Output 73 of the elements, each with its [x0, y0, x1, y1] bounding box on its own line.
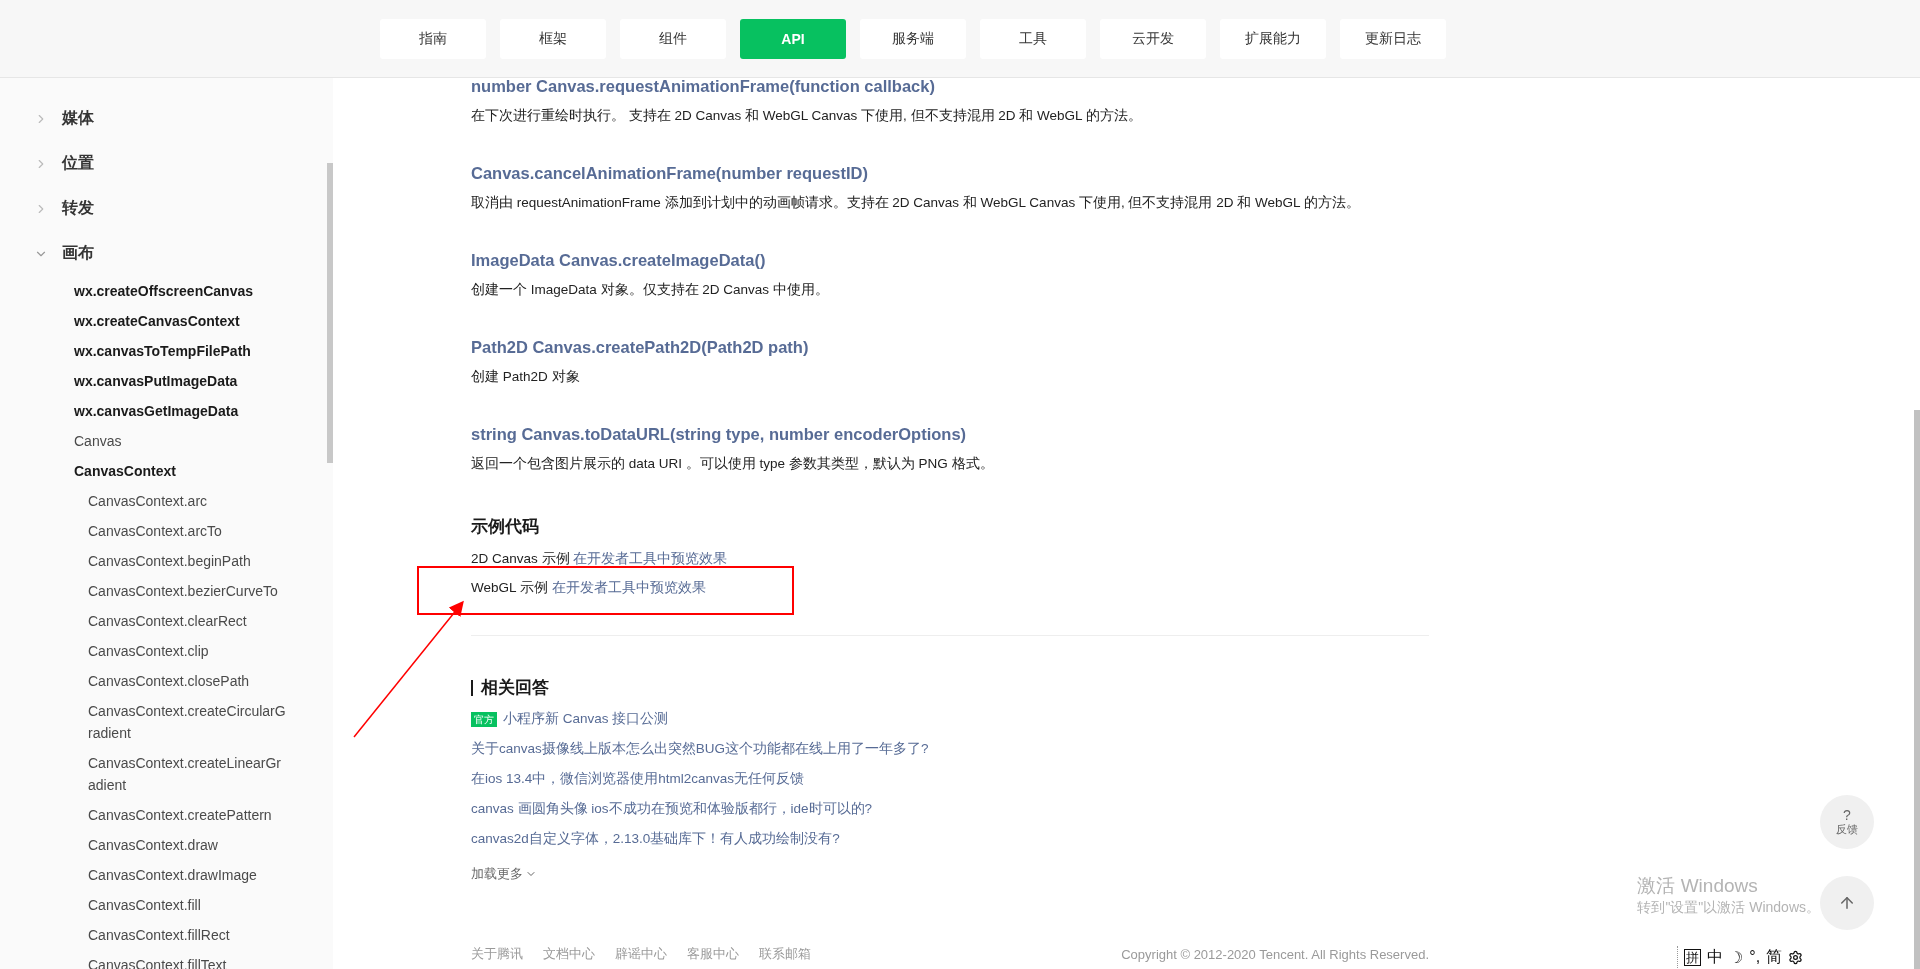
ime-key[interactable]: 拼 — [1684, 948, 1701, 966]
ime-key[interactable]: 简 — [1766, 946, 1783, 968]
answer-link[interactable]: canvas2d自定义字体，2.13.0基础库下！有人成功绘制没有? — [471, 830, 840, 848]
answer-link[interactable]: canvas 画圆角头像 ios不成功在预览和体验版都行，ide时可以的? — [471, 800, 873, 818]
sidebar-group[interactable]: 媒体 — [0, 96, 327, 141]
sidebar-item[interactable]: CanvasContext.drawImage — [0, 860, 327, 890]
sidebar-item[interactable]: CanvasContext.createLinearGradient — [0, 748, 327, 800]
preview-link[interactable]: 在开发者工具中预览效果 — [573, 551, 728, 566]
sidebar-item[interactable]: wx.canvasToTempFilePath — [0, 336, 327, 366]
nav-tab[interactable]: 框架 — [500, 18, 606, 59]
sidebar-item[interactable]: CanvasContext.createCircularGradient — [0, 696, 327, 748]
method-signature: Path2D Canvas.createPath2D(Path2D path) — [471, 337, 810, 358]
ime-key[interactable]: 中 — [1707, 946, 1723, 968]
sidebar-item[interactable]: CanvasContext — [0, 456, 327, 486]
feedback-button[interactable]: ? 反馈 — [1820, 795, 1874, 849]
nav-tab[interactable]: 组件 — [620, 18, 726, 59]
sidebar-item[interactable]: Canvas — [0, 426, 327, 456]
group-label: 媒体 — [62, 108, 94, 128]
method-signature: ImageData Canvas.createImageData() — [471, 250, 767, 271]
sidebar-item[interactable]: wx.canvasPutImageData — [0, 366, 327, 396]
nav-tab[interactable]: 工具 — [980, 18, 1086, 59]
sidebar-item[interactable]: CanvasContext.fill — [0, 890, 327, 920]
example-label: 2D Canvas 示例 — [471, 551, 570, 566]
scrollbar-thumb[interactable] — [327, 163, 333, 463]
sidebar-item[interactable]: CanvasContext.draw — [0, 830, 327, 860]
copyright: Copyright © 2012-2020 Tencent. All Rights Reserved. — [1121, 946, 1429, 962]
method-signature: Canvas.cancelAnimationFrame(number requestID) — [471, 163, 870, 184]
method-description: 创建 Path2D 对象 — [471, 368, 581, 386]
sidebar-item[interactable]: CanvasContext.arc — [0, 486, 327, 516]
nav-tab[interactable]: 扩展能力 — [1220, 18, 1326, 59]
scrollbar-thumb[interactable] — [1914, 410, 1920, 969]
method-signature: string Canvas.toDataURL(string type, number encoderOptions) — [471, 424, 968, 445]
official-badge: 官方 — [471, 711, 497, 727]
sidebar-item[interactable]: CanvasContext.createPattern — [0, 800, 327, 830]
method-signature: number Canvas.requestAnimationFrame(function callback) — [471, 76, 936, 97]
sidebar-item[interactable]: wx.createCanvasContext — [0, 306, 327, 336]
sidebar-item[interactable]: wx.createOffscreenCanvas — [0, 276, 327, 306]
sidebar-group[interactable]: 转发 — [0, 186, 327, 231]
preview-link[interactable]: 在开发者工具中预览效果 — [551, 580, 706, 595]
answer-link[interactable]: 小程序新 Canvas 接口公测 — [503, 710, 669, 728]
ime-key[interactable]: ☽ — [1729, 947, 1744, 967]
sidebar-item[interactable]: CanvasContext.clearRect — [0, 606, 327, 636]
nav-tab[interactable]: 服务端 — [860, 18, 966, 59]
sidebar-item[interactable]: CanvasContext.clip — [0, 636, 327, 666]
nav-tab[interactable]: 更新日志 — [1340, 18, 1446, 59]
method-description: 返回一个包含图片展示的 data URI 。可以使用 type 参数其类型，默认为 PNG 格式。 — [471, 455, 995, 473]
group-label: 转发 — [62, 198, 94, 218]
method-description: 取消由 requestAnimationFrame 添加到计划中的动画帧请求。支持在 2D Canvas 和 WebGL Canvas 下使用, 但不支持混用 2D 和 WebGL 的方法。 — [471, 194, 1361, 212]
group-label: 位置 — [62, 153, 94, 173]
example-label: WebGL 示例 — [471, 580, 548, 595]
sidebar-item[interactable]: CanvasContext.fillRect — [0, 920, 327, 950]
ime-toolbar[interactable]: 拼 中 ☽ °, 简 — [1677, 946, 1804, 968]
answer-link[interactable]: 关于canvas摄像线上版本怎么出突然BUG这个功能都在线上用了一年多了? — [471, 740, 929, 758]
sidebar-item[interactable]: CanvasContext.bezierCurveTo — [0, 576, 327, 606]
sidebar-item[interactable]: CanvasContext.beginPath — [0, 546, 327, 576]
sidebar-group[interactable]: 位置 — [0, 141, 327, 186]
settings-icon[interactable] — [1788, 949, 1804, 965]
sidebar-item[interactable]: wx.canvasGetImageData — [0, 396, 327, 426]
sidebar-group[interactable]: 画布 — [0, 231, 327, 276]
load-more-button[interactable]: 加载更多 — [471, 865, 1429, 883]
answer-link[interactable]: 在ios 13.4中，微信浏览器使用html2canvas无任何反馈 — [471, 770, 805, 788]
activation-subtitle: 转到"设置"以激活 Windows。 — [1637, 899, 1820, 917]
section-title: 示例代码 — [471, 516, 540, 538]
activation-title: 激活 Windows — [1637, 874, 1759, 898]
method-description: 在下次进行重绘时执行。 支持在 2D Canvas 和 WebGL Canvas 下使用, 但不支持混用 2D 和 WebGL 的方法。 — [471, 107, 1143, 125]
sidebar-item[interactable]: CanvasContext.arcTo — [0, 516, 327, 546]
sidebar-item[interactable]: CanvasContext.closePath — [0, 666, 327, 696]
ime-key[interactable]: °, — [1749, 948, 1761, 966]
nav-tab[interactable]: 云开发 — [1100, 18, 1206, 59]
method-description: 创建一个 ImageData 对象。仅支持在 2D Canvas 中使用。 — [471, 281, 830, 299]
nav-tab[interactable]: 指南 — [380, 18, 486, 59]
section-title: 相关回答 — [481, 677, 549, 699]
group-label: 画布 — [62, 243, 94, 263]
